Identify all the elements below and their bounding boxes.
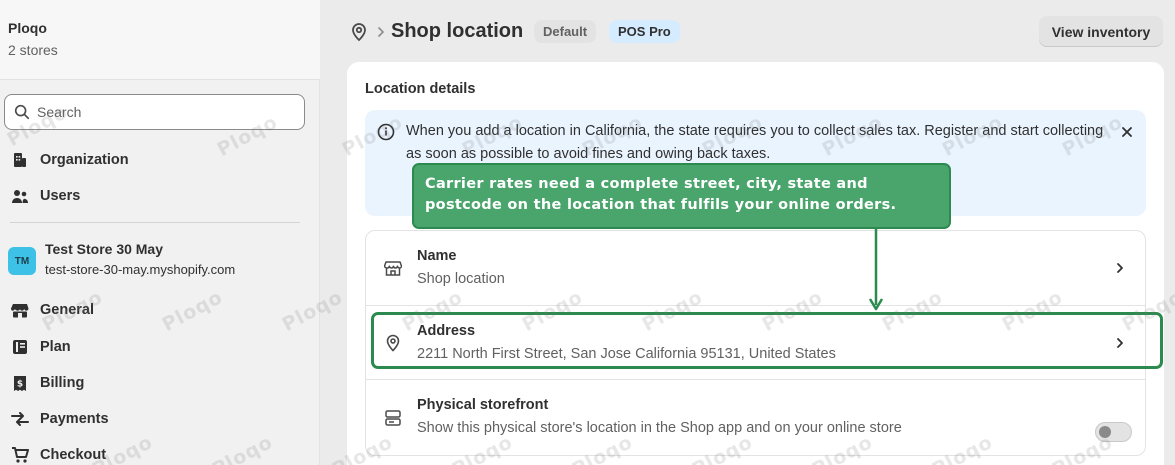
sidebar-item-label: Plan xyxy=(40,339,71,355)
storefront-icon xyxy=(385,410,401,426)
store-switcher[interactable]: TM Test Store 30 May test-store-30-may.m… xyxy=(8,241,235,277)
sidebar-divider xyxy=(10,222,300,223)
sidebar-item-label: Users xyxy=(40,188,81,204)
sidebar-item-label: Organization xyxy=(40,152,129,168)
row-value: Show this physical store's location in t… xyxy=(417,420,902,436)
cart-icon xyxy=(10,445,30,465)
sidebar-item-plan[interactable]: Plan xyxy=(10,335,71,359)
toggle-knob xyxy=(1099,426,1111,438)
search-input[interactable] xyxy=(37,104,277,120)
row-label: Name xyxy=(417,248,457,264)
card-title: Location details xyxy=(365,81,476,97)
annotation-callout: Carrier rates need a complete street, ci… xyxy=(412,163,951,229)
sidebar-item-label: General xyxy=(40,302,94,318)
physical-storefront-toggle[interactable] xyxy=(1095,422,1132,442)
plan-icon xyxy=(10,337,30,357)
location-details-card: Location details When you add a location… xyxy=(347,62,1164,465)
sidebar-item-label: Payments xyxy=(40,411,109,427)
payments-icon xyxy=(10,409,30,429)
view-inventory-button[interactable]: View inventory xyxy=(1039,16,1163,47)
search-box[interactable] xyxy=(4,94,305,130)
store-count: 2 stores xyxy=(8,42,58,58)
sidebar: Ploqo 2 stores Organization Users TM Tes… xyxy=(0,0,320,465)
banner-text: When you add a location in California, t… xyxy=(406,123,1104,162)
location-pin-icon[interactable] xyxy=(349,22,369,42)
billing-icon: $ xyxy=(10,373,30,393)
sidebar-item-label: Checkout xyxy=(40,447,107,463)
sidebar-item-label: Billing xyxy=(40,375,85,391)
address-highlight-box xyxy=(371,312,1163,369)
status-badge-pos-pro: POS Pro xyxy=(609,20,680,43)
name-row[interactable]: Name Shop location xyxy=(366,231,1145,305)
org-switcher[interactable]: Ploqo 2 stores xyxy=(0,0,320,80)
sidebar-item-users[interactable]: Users xyxy=(10,184,80,208)
sidebar-item-general[interactable]: General xyxy=(10,298,94,322)
sidebar-item-organization[interactable]: Organization xyxy=(10,148,129,172)
sidebar-item-billing[interactable]: $ Billing xyxy=(10,371,84,395)
store-icon xyxy=(10,300,30,320)
store-icon xyxy=(384,261,402,276)
row-label: Physical storefront xyxy=(417,397,549,413)
row-value: Shop location xyxy=(417,271,505,287)
store-url: test-store-30-may.myshopify.com xyxy=(45,262,236,277)
annotation-arrow xyxy=(868,229,884,311)
org-name: Ploqo xyxy=(8,20,47,36)
info-icon xyxy=(377,123,395,141)
sidebar-item-payments[interactable]: Payments xyxy=(10,407,109,431)
search-icon xyxy=(14,104,30,120)
chevron-right-icon xyxy=(1117,263,1123,273)
sidebar-item-checkout[interactable]: Checkout xyxy=(10,443,106,465)
close-icon[interactable] xyxy=(1117,122,1137,142)
page-title: Shop location xyxy=(391,20,524,42)
status-badge-default: Default xyxy=(534,20,597,43)
avatar: TM xyxy=(8,247,36,275)
chevron-right-icon xyxy=(378,27,384,37)
users-icon xyxy=(10,186,30,206)
svg-text:$: $ xyxy=(17,379,23,389)
building-icon xyxy=(10,150,30,170)
physical-storefront-row: Physical storefront Show this physical s… xyxy=(366,379,1145,453)
store-name: Test Store 30 May xyxy=(45,241,164,257)
